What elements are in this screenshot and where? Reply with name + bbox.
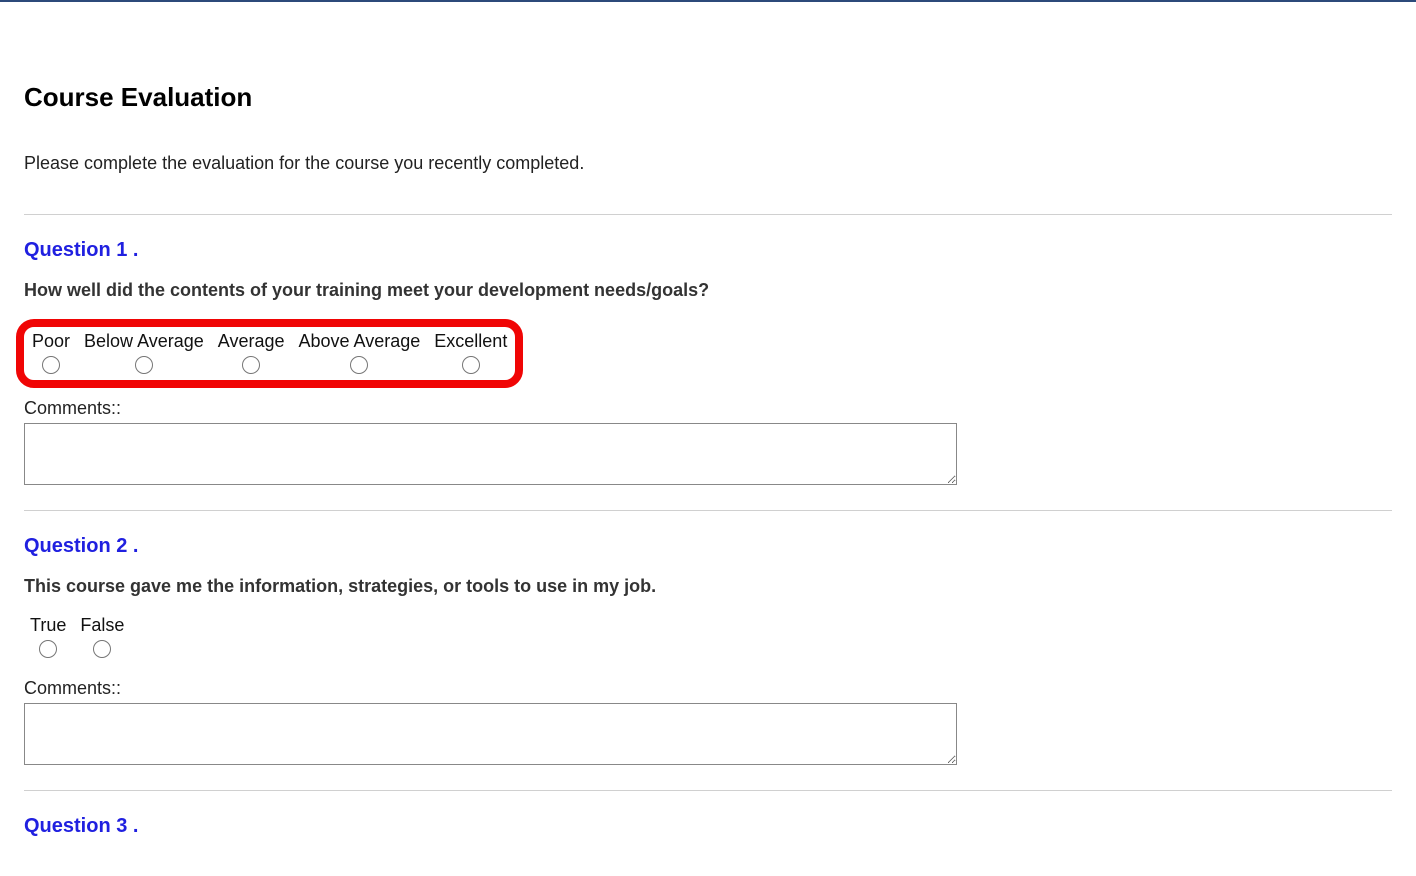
question-1-number: Question 1 . <box>24 239 1392 262</box>
radio-q2-false[interactable] <box>93 640 111 658</box>
page-title: Course Evaluation <box>24 82 1392 113</box>
question-2-text: This course gave me the information, str… <box>24 576 1392 597</box>
option-average: Average <box>218 331 285 374</box>
q1-comments-label: Comments:: <box>24 398 1392 419</box>
radio-q1-excellent[interactable] <box>462 356 480 374</box>
form-container: Course Evaluation Please complete the ev… <box>0 2 1416 876</box>
question-3-number: Question 3 . <box>24 815 1392 838</box>
question-1-options-highlighted: Poor Below Average Average Above Average… <box>16 319 523 388</box>
option-label-average: Average <box>218 331 285 352</box>
option-above-average: Above Average <box>299 331 421 374</box>
option-below-average: Below Average <box>84 331 204 374</box>
option-false: False <box>80 615 124 658</box>
option-label-false: False <box>80 615 124 636</box>
question-2-number: Question 2 . <box>24 535 1392 558</box>
option-label-poor: Poor <box>32 331 70 352</box>
radio-q1-poor[interactable] <box>42 356 60 374</box>
option-poor: Poor <box>32 331 70 374</box>
option-label-below-average: Below Average <box>84 331 204 352</box>
question-1-text: How well did the contents of your traini… <box>24 280 1392 301</box>
q1-comments-textarea[interactable] <box>24 423 957 485</box>
option-true: True <box>30 615 66 658</box>
option-label-true: True <box>30 615 66 636</box>
question-1-block: Question 1 . How well did the contents o… <box>24 215 1392 510</box>
q2-comments-label: Comments:: <box>24 678 1392 699</box>
option-label-excellent: Excellent <box>434 331 507 352</box>
radio-q1-above-average[interactable] <box>350 356 368 374</box>
q2-comments-textarea[interactable] <box>24 703 957 765</box>
question-2-block: Question 2 . This course gave me the inf… <box>24 511 1392 790</box>
intro-text: Please complete the evaluation for the c… <box>24 153 1392 174</box>
radio-q1-average[interactable] <box>242 356 260 374</box>
question-2-options: True False <box>24 615 124 658</box>
option-label-above-average: Above Average <box>299 331 421 352</box>
radio-q2-true[interactable] <box>39 640 57 658</box>
question-3-block: Question 3 . <box>24 791 1392 876</box>
radio-q1-below-average[interactable] <box>135 356 153 374</box>
option-excellent: Excellent <box>434 331 507 374</box>
